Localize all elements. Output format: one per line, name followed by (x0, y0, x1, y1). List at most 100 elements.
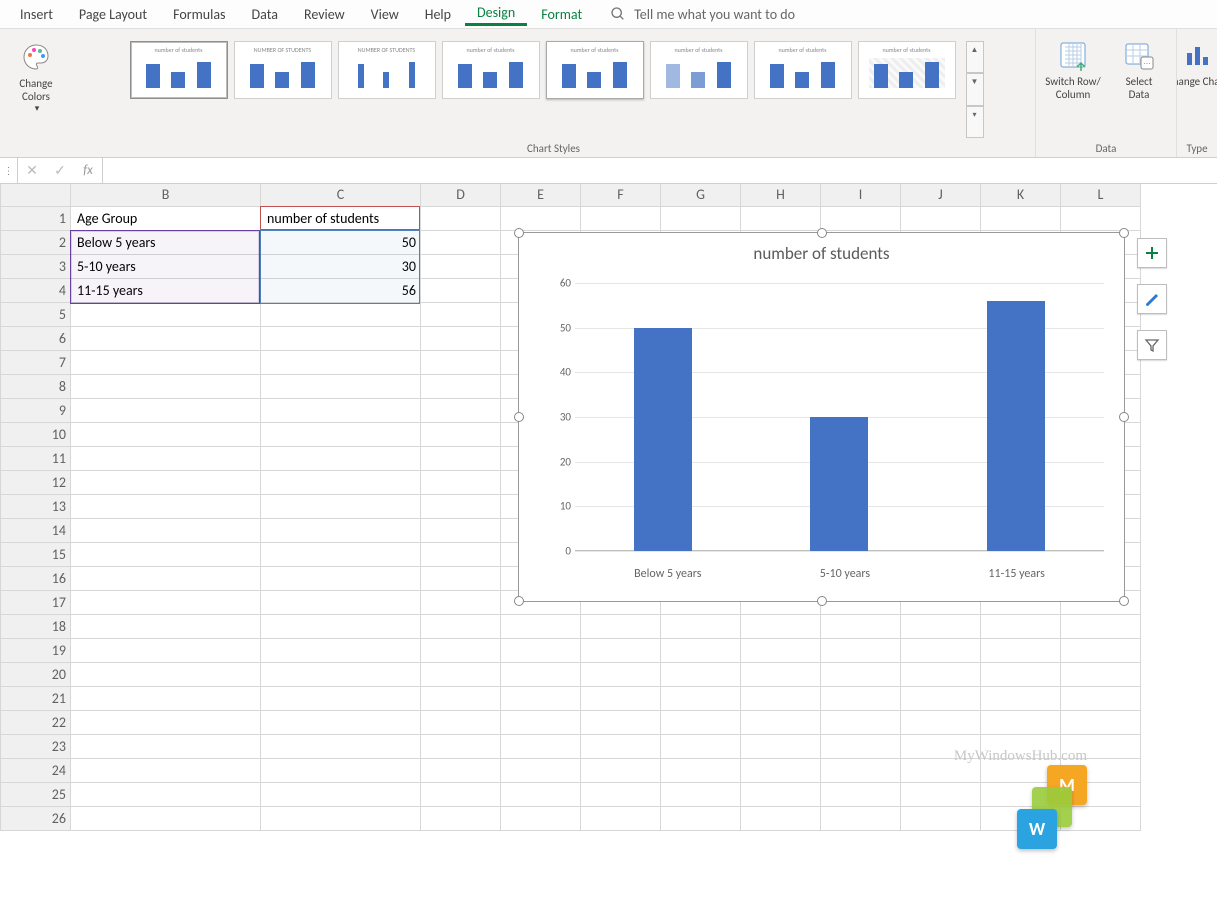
cell-B18[interactable] (71, 614, 261, 638)
cell-C1[interactable]: number of students (261, 206, 421, 230)
cell-G19[interactable] (661, 638, 741, 662)
cell-H25[interactable] (741, 782, 821, 806)
cell-C2[interactable]: 50 (261, 230, 421, 254)
cell-C22[interactable] (261, 710, 421, 734)
cell-G18[interactable] (661, 614, 741, 638)
chart-style-5[interactable]: number of students (546, 41, 644, 99)
cell-B6[interactable] (71, 326, 261, 350)
embedded-chart[interactable]: number of students 0102030405060 Below 5… (518, 232, 1125, 602)
cell-B1[interactable]: Age Group (71, 206, 261, 230)
cell-I1[interactable] (821, 206, 901, 230)
chart-style-2[interactable]: NUMBER OF STUDENTS (234, 41, 332, 99)
cell-J18[interactable] (901, 614, 981, 638)
cell-C3[interactable]: 30 (261, 254, 421, 278)
cell-L26[interactable] (1061, 806, 1141, 830)
row-header-20[interactable]: 20 (1, 662, 71, 686)
chart-resize-handle[interactable] (1119, 412, 1129, 422)
col-header-B[interactable]: B (71, 184, 261, 206)
change-colors-button[interactable]: Change Colors ▾ (8, 35, 64, 114)
cell-B22[interactable] (71, 710, 261, 734)
cell-D7[interactable] (421, 350, 501, 374)
cell-L1[interactable] (1061, 206, 1141, 230)
row-header-9[interactable]: 9 (1, 398, 71, 422)
tab-insert[interactable]: Insert (8, 4, 65, 25)
gallery-more[interactable]: ▾ (966, 106, 984, 138)
cell-D24[interactable] (421, 758, 501, 782)
cell-H22[interactable] (741, 710, 821, 734)
formula-enter-button[interactable]: ✓ (46, 162, 74, 179)
cell-K26[interactable] (981, 806, 1061, 830)
cell-B10[interactable] (71, 422, 261, 446)
cell-E1[interactable] (501, 206, 581, 230)
row-header-25[interactable]: 25 (1, 782, 71, 806)
row-header-5[interactable]: 5 (1, 302, 71, 326)
row-header-4[interactable]: 4 (1, 278, 71, 302)
cell-B13[interactable] (71, 494, 261, 518)
row-header-26[interactable]: 26 (1, 806, 71, 830)
row-header-6[interactable]: 6 (1, 326, 71, 350)
cell-F24[interactable] (581, 758, 661, 782)
cell-D21[interactable] (421, 686, 501, 710)
fx-button[interactable]: fx (74, 163, 102, 178)
col-header-C[interactable]: C (261, 184, 421, 206)
cell-J1[interactable] (901, 206, 981, 230)
cell-J24[interactable] (901, 758, 981, 782)
row-header-12[interactable]: 12 (1, 470, 71, 494)
cell-C8[interactable] (261, 374, 421, 398)
cell-K23[interactable] (981, 734, 1061, 758)
cell-G22[interactable] (661, 710, 741, 734)
cell-B2[interactable]: Below 5 years (71, 230, 261, 254)
cell-I25[interactable] (821, 782, 901, 806)
cell-H20[interactable] (741, 662, 821, 686)
gallery-scroll-down[interactable]: ▼ (966, 73, 984, 105)
cell-C11[interactable] (261, 446, 421, 470)
select-all-corner[interactable] (1, 184, 71, 206)
cell-D2[interactable] (421, 230, 501, 254)
cell-G26[interactable] (661, 806, 741, 830)
cell-G25[interactable] (661, 782, 741, 806)
select-data-button[interactable]: ⋯ Select Data (1110, 35, 1168, 101)
cell-B25[interactable] (71, 782, 261, 806)
cell-E23[interactable] (501, 734, 581, 758)
cell-C6[interactable] (261, 326, 421, 350)
cell-K24[interactable] (981, 758, 1061, 782)
cell-E25[interactable] (501, 782, 581, 806)
cell-B23[interactable] (71, 734, 261, 758)
cell-C17[interactable] (261, 590, 421, 614)
cell-E21[interactable] (501, 686, 581, 710)
cell-K19[interactable] (981, 638, 1061, 662)
chart-resize-handle[interactable] (514, 412, 524, 422)
cell-D25[interactable] (421, 782, 501, 806)
cell-F25[interactable] (581, 782, 661, 806)
cell-I20[interactable] (821, 662, 901, 686)
cell-C5[interactable] (261, 302, 421, 326)
row-header-19[interactable]: 19 (1, 638, 71, 662)
cell-F26[interactable] (581, 806, 661, 830)
cell-I21[interactable] (821, 686, 901, 710)
cell-F21[interactable] (581, 686, 661, 710)
cell-B20[interactable] (71, 662, 261, 686)
cell-L24[interactable] (1061, 758, 1141, 782)
cell-B14[interactable] (71, 518, 261, 542)
formula-cancel-button[interactable]: ✕ (18, 162, 46, 179)
cell-H19[interactable] (741, 638, 821, 662)
cell-L18[interactable] (1061, 614, 1141, 638)
tab-design[interactable]: Design (465, 2, 527, 26)
cell-I22[interactable] (821, 710, 901, 734)
tell-me-search[interactable]: Tell me what you want to do (610, 6, 795, 23)
cell-B4[interactable]: 11-15 years (71, 278, 261, 302)
row-header-24[interactable]: 24 (1, 758, 71, 782)
cell-B3[interactable]: 5-10 years (71, 254, 261, 278)
row-header-1[interactable]: 1 (1, 206, 71, 230)
chart-title[interactable]: number of students (519, 243, 1124, 264)
tab-help[interactable]: Help (413, 4, 463, 25)
cell-C15[interactable] (261, 542, 421, 566)
switch-row-column-button[interactable]: Switch Row/ Column (1044, 35, 1102, 101)
cell-G23[interactable] (661, 734, 741, 758)
cell-E24[interactable] (501, 758, 581, 782)
chart-bar-1[interactable] (810, 417, 868, 551)
cell-E26[interactable] (501, 806, 581, 830)
cell-G24[interactable] (661, 758, 741, 782)
cell-H26[interactable] (741, 806, 821, 830)
cell-C21[interactable] (261, 686, 421, 710)
